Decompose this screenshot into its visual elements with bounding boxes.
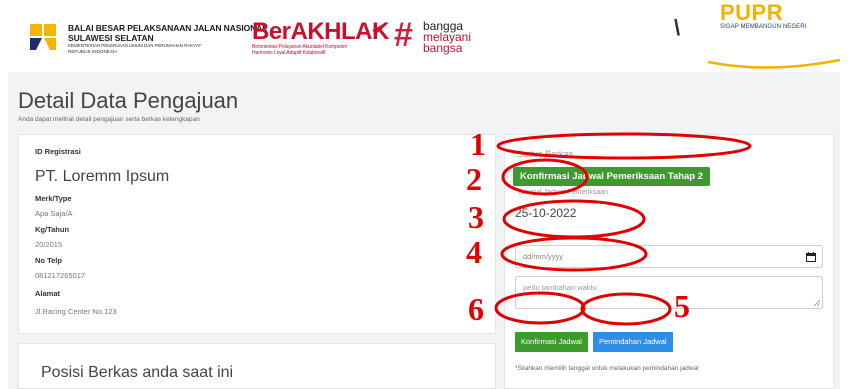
- alamat-label: Alamat: [35, 289, 61, 298]
- textarea-placeholder: perlu tambahan waktu: [523, 283, 597, 292]
- bangga-line-3: bangsa: [423, 41, 463, 55]
- status-card: Status Berkas Konfirmasi Jadwal Pemeriks…: [504, 134, 834, 389]
- position-title: Posisi Berkas anda saat ini: [41, 364, 234, 381]
- telp-value: 081217265017: [35, 271, 86, 280]
- annotation-number-6: 6: [468, 291, 484, 327]
- annotation-number-3: 3: [468, 199, 484, 235]
- resize-handle-icon[interactable]: [814, 300, 820, 306]
- page-title: Detail Data Pengajuan: [18, 88, 239, 113]
- position-card: Posisi Berkas anda saat ini: [18, 343, 496, 389]
- bbpjn-line-3: KEMENTERIAN PEKERJAAN UMUM DAN PERUMAHAN…: [68, 43, 202, 48]
- reschedule-button[interactable]: Pemindahan Jadwal: [593, 332, 673, 352]
- annotation-number-2: 2: [466, 161, 482, 197]
- reschedule-note: *Silahkan memilih tanggal untuk melakuka…: [515, 365, 699, 372]
- annotation-number-1: 1: [470, 126, 486, 162]
- annotation-number-4: 4: [466, 234, 482, 270]
- detail-card: ID Registrasi PT. Loremm Ipsum Merk/Type…: [18, 134, 496, 334]
- pupr-logo: PUPR SIGAP MEMBANGUN NEGERI: [720, 0, 807, 31]
- kg-value: 20/2015: [35, 240, 63, 249]
- merk-value: Apa Saja/A: [35, 209, 73, 218]
- id-registrasi-label: ID Registrasi: [35, 147, 81, 156]
- pupr-tagline: SIGAP MEMBANGUN NEGERI: [720, 24, 807, 30]
- page-subtitle: Anda dapat melihat detail pengajuan sert…: [18, 116, 200, 123]
- pupr-swoosh-icon: [708, 58, 840, 69]
- bbpjn-line-2: SULAWESI SELATAN: [68, 32, 154, 43]
- reschedule-reason-textarea[interactable]: perlu tambahan waktu: [515, 276, 823, 309]
- status-badge: Konfirmasi Jadwal Pemeriksaan Tahap 2: [513, 167, 711, 186]
- bbpjn-logo-icon: [30, 24, 56, 50]
- header-separator: \: [674, 15, 681, 40]
- bbpjn-line-1: BALAI BESAR PELAKSANAAN JALAN NASIONAL: [68, 23, 268, 33]
- merk-label: Merk/Type: [35, 194, 72, 203]
- reschedule-date-input[interactable]: dd/mm/yyyy: [515, 245, 823, 268]
- company-name: PT. Loremm Ipsum: [35, 168, 170, 185]
- pupr-wordmark: PUPR: [720, 0, 784, 25]
- bbpjn-org-name: BALAI BESAR PELAKSANAAN JALAN NASIONAL S…: [68, 24, 267, 54]
- bbpjn-line-4: REPUBLIK INDONESIA: [68, 48, 118, 54]
- hashtag-mark: #: [394, 16, 413, 54]
- berakhlak-tagline-2: Harmonis Loyal Adaptif Kolaboratif: [252, 50, 326, 56]
- bangga-melayani-text: bangga melayani bangsa: [423, 20, 471, 55]
- berakhlak-swoosh-icon: [372, 22, 388, 32]
- status-label: Status Berkas: [517, 149, 574, 159]
- calendar-icon[interactable]: [806, 252, 816, 262]
- site-header: BALAI BESAR PELAKSANAAN JALAN NASIONAL S…: [8, 0, 840, 72]
- kg-label: Kg/Tahun: [35, 225, 70, 234]
- schedule-date-value: 25-10-2022: [515, 206, 577, 220]
- telp-label: No Telp: [35, 256, 62, 265]
- page-content: Detail Data Pengajuan Anda dapat melihat…: [8, 72, 840, 389]
- annotation-number-5: 5: [674, 288, 690, 324]
- berakhlak-wordmark: BerAKHLAK: [252, 18, 389, 45]
- alamat-value: Jl.Racing Center No.123: [35, 307, 117, 316]
- schedule-date-label: Tanggal Jadwal Pemeriksaan: [517, 189, 609, 196]
- confirm-schedule-button[interactable]: Konfirmasi Jadwal: [515, 332, 588, 352]
- berakhlak-logo: BerAKHLAK Berorientasi Pelayanan Akuntab…: [252, 18, 389, 57]
- date-input-placeholder: dd/mm/yyyy: [523, 252, 564, 261]
